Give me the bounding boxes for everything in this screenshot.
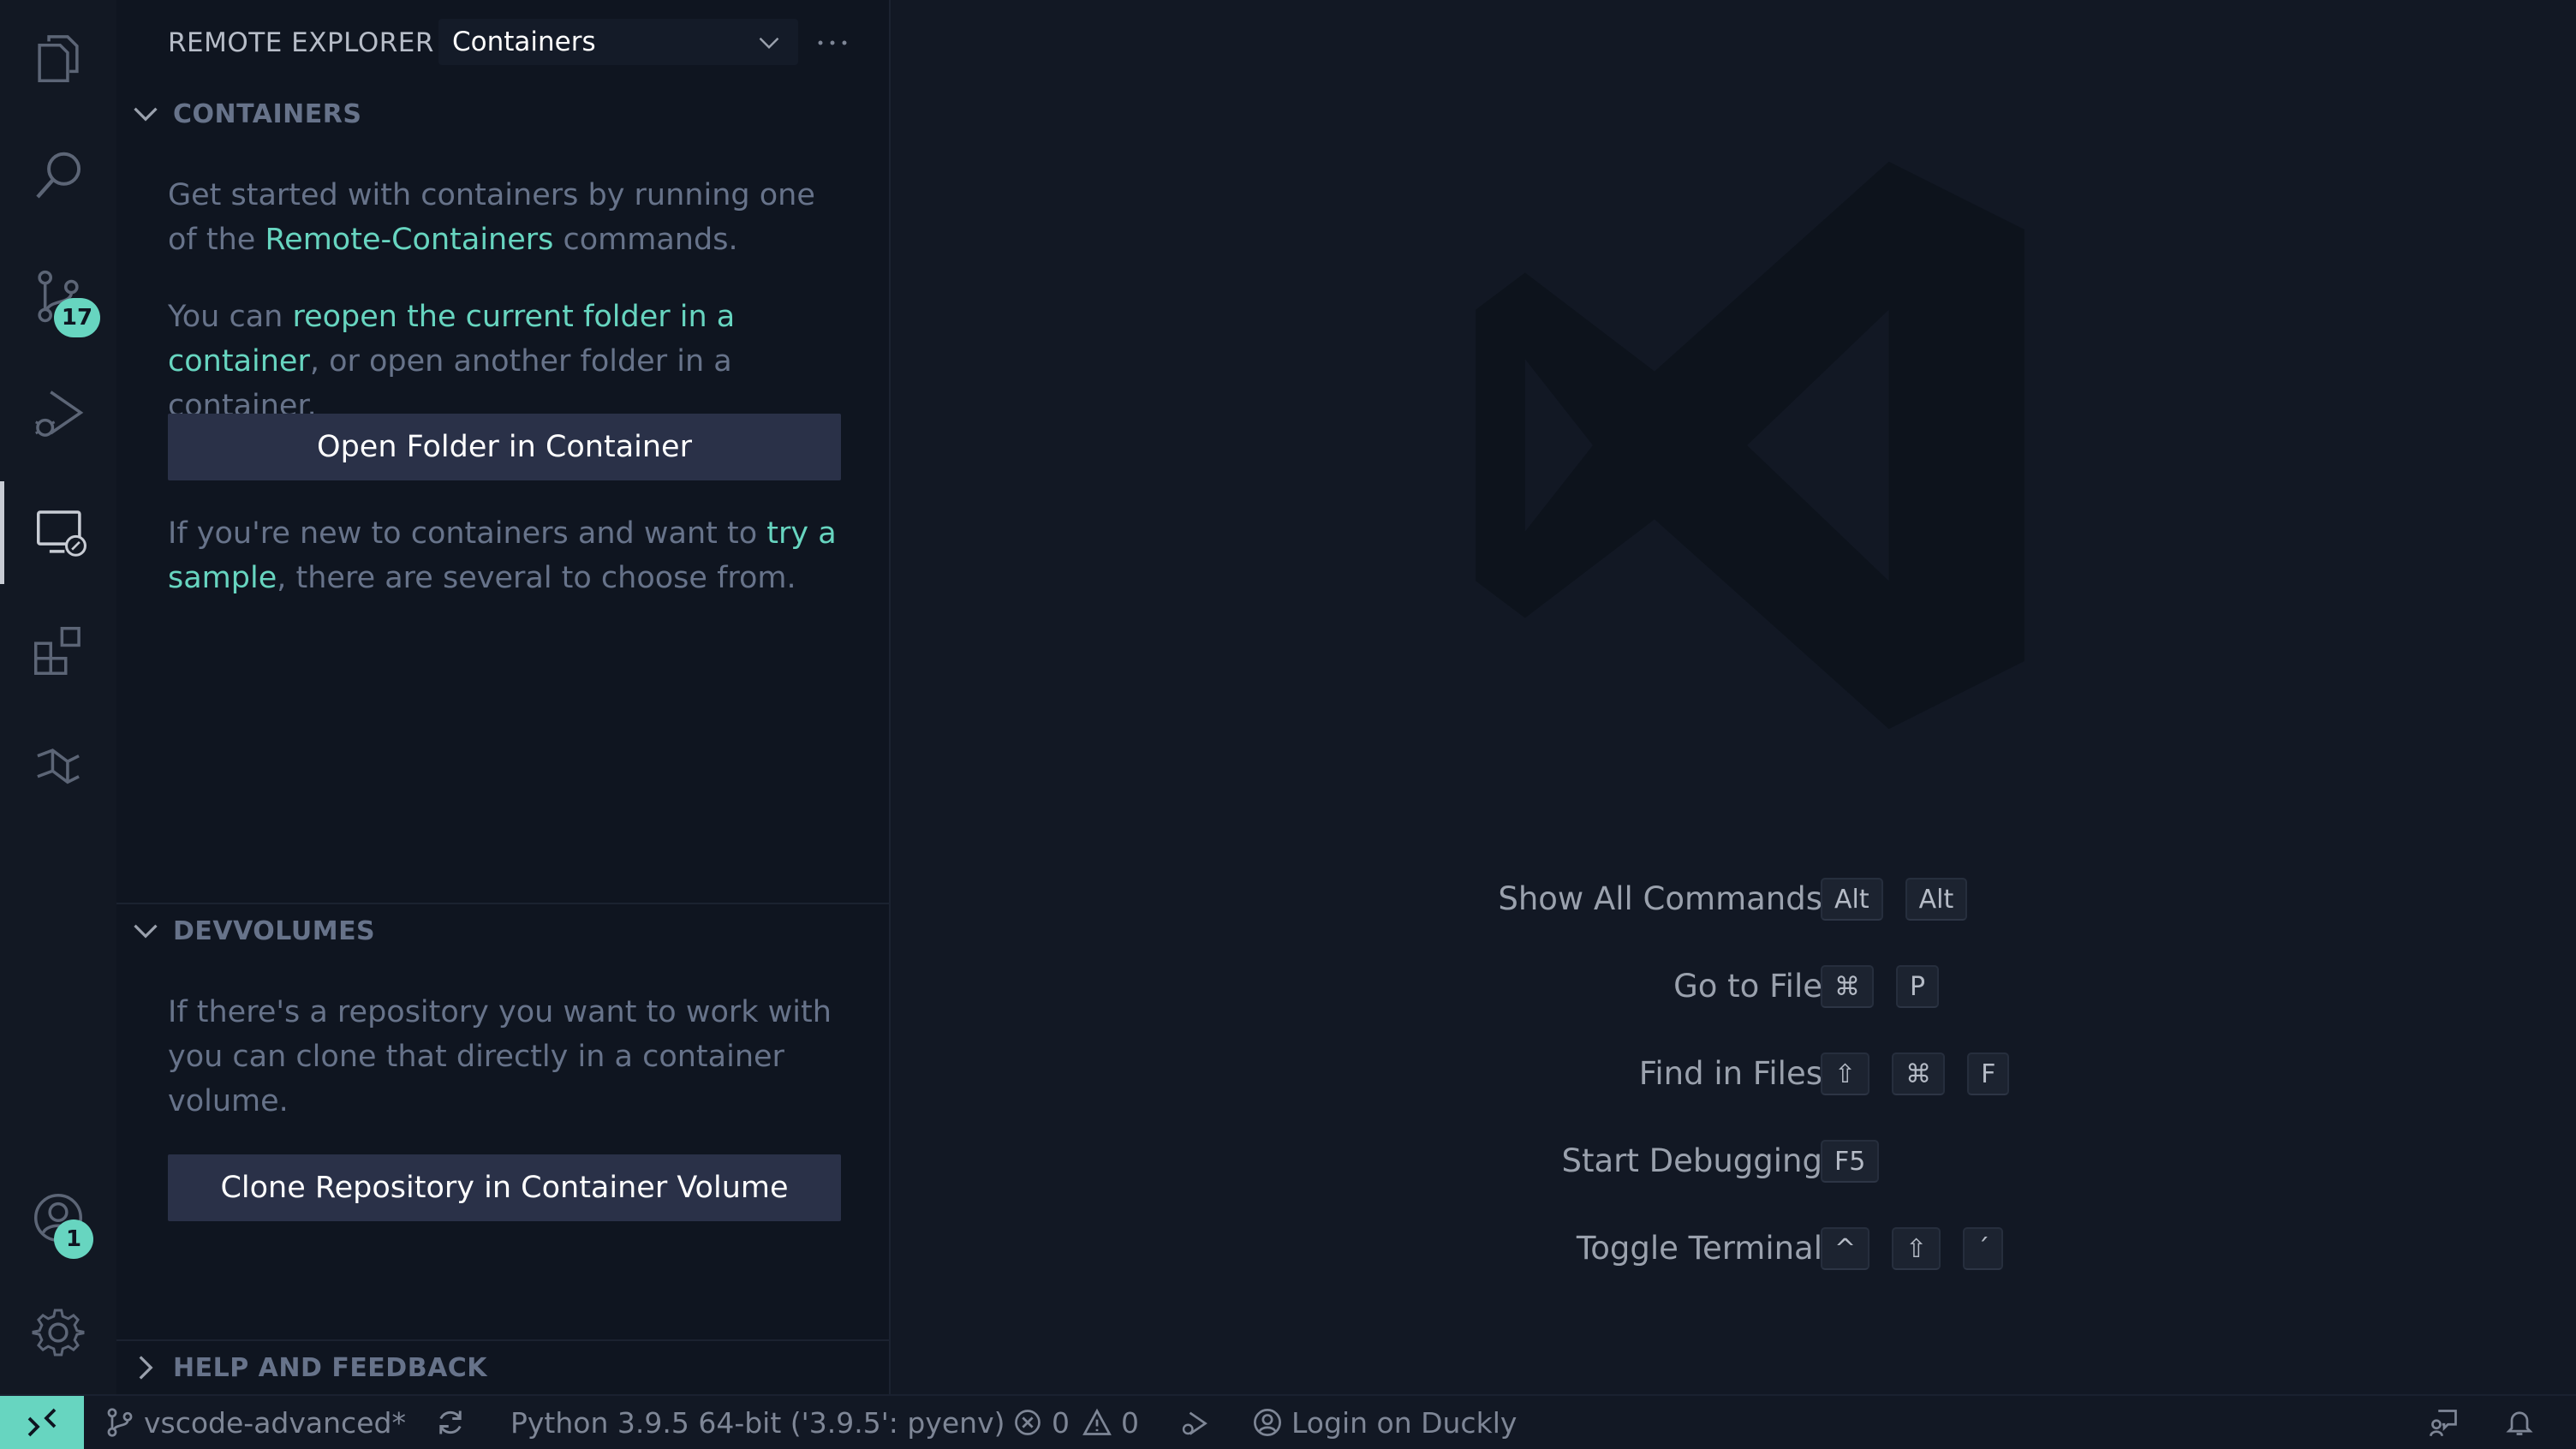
- sync-icon: [439, 1410, 462, 1434]
- section-divider: [116, 1339, 889, 1341]
- shortcut-label: Toggle Terminal: [1576, 1230, 1822, 1267]
- activity-source-control[interactable]: 17: [0, 245, 116, 348]
- branch-status[interactable]: vscode-advanced*: [104, 1396, 406, 1449]
- editor-area: Show All Commands Alt Alt Go to File ⌘ P…: [891, 0, 2576, 1394]
- sidebar-header: REMOTE EXPLORER: [168, 21, 434, 65]
- section-divider: [116, 903, 889, 904]
- reopen-text: You can reopen the current folder in a c…: [168, 300, 736, 423]
- shortcut-row: Go to File ⌘ P: [891, 961, 2576, 1012]
- devvolumes-text: If there's a repository you want to work…: [168, 995, 832, 1118]
- extensions-icon: [34, 627, 80, 675]
- error-count: 0: [1052, 1405, 1070, 1440]
- shortcut-keys: Alt Alt: [1821, 878, 1989, 921]
- git-graph-icon: [37, 748, 80, 784]
- status-bar: vscode-advanced* Python 3.9.5 64-bit ('3…: [0, 1394, 2576, 1449]
- feedback-icon: [2429, 1410, 2457, 1437]
- source-control-badge: 17: [54, 298, 100, 337]
- shortcut-label: Find in Files: [1638, 1055, 1822, 1092]
- devvolumes-section-title: DEVVOLUMES: [173, 915, 376, 946]
- remote-indicator-button[interactable]: [0, 1396, 84, 1449]
- problems-status[interactable]: 0 0: [1012, 1396, 1139, 1449]
- help-section-header[interactable]: HELP AND FEEDBACK: [128, 1346, 487, 1389]
- shortcut-row: Toggle Terminal ^ ⇧ ´: [891, 1223, 2576, 1274]
- clone-repository-button[interactable]: Clone Repository in Container Volume: [168, 1154, 841, 1221]
- bell-icon: [2506, 1411, 2533, 1435]
- sidebar-title: REMOTE EXPLORER: [168, 27, 434, 58]
- chevron-right-icon: [139, 1356, 153, 1380]
- account-icon: [1254, 1409, 1281, 1436]
- key-cap: F5: [1821, 1140, 1880, 1183]
- remote-explorer-icon: [36, 510, 86, 557]
- run-debug-status-button[interactable]: [1178, 1396, 1218, 1449]
- run-debug-icon: [1182, 1411, 1208, 1435]
- branch-name: vscode-advanced*: [144, 1405, 406, 1440]
- view-select-value: Containers: [452, 27, 596, 57]
- accounts-badge: 1: [54, 1219, 93, 1259]
- duckly-login-status[interactable]: Login on Duckly: [1252, 1396, 1517, 1449]
- shortcut-keys: ^ ⇧ ´: [1821, 1227, 2025, 1270]
- activity-search[interactable]: [0, 125, 116, 228]
- shortcut-label: Go to File: [1673, 968, 1822, 1005]
- devvolumes-section-header[interactable]: DEVVOLUMES: [128, 909, 375, 952]
- search-icon: [36, 152, 81, 199]
- python-interpreter-status[interactable]: Python 3.9.5 64-bit ('3.9.5': pyenv): [510, 1396, 1005, 1449]
- warning-icon: [1082, 1408, 1112, 1435]
- activity-git-graph[interactable]: [0, 718, 116, 820]
- vscode-logo-watermark: [1476, 161, 2024, 730]
- shortcut-keys: ⌘ P: [1821, 965, 1961, 1008]
- gear-icon: [32, 1309, 85, 1357]
- shortcut-label: Show All Commands: [1498, 880, 1822, 917]
- chevron-down-icon: [134, 107, 158, 122]
- activity-accounts[interactable]: 1: [0, 1166, 116, 1269]
- warning-count: 0: [1121, 1405, 1139, 1440]
- shortcut-keys: ⇧ ⌘ F: [1821, 1052, 2031, 1095]
- containers-section-header[interactable]: CONTAINERS: [128, 92, 361, 135]
- files-icon: [38, 35, 79, 82]
- activity-run-debug[interactable]: [0, 363, 116, 466]
- duckly-login-label: Login on Duckly: [1291, 1405, 1518, 1440]
- key-cap: Alt: [1905, 878, 1968, 921]
- key-cap: Alt: [1821, 878, 1883, 921]
- open-folder-in-container-button[interactable]: Open Folder in Container: [168, 414, 841, 480]
- error-icon: [1015, 1410, 1041, 1435]
- activity-remote-explorer[interactable]: [0, 481, 116, 584]
- key-cap: P: [1896, 965, 1940, 1008]
- run-debug-icon: [35, 391, 84, 437]
- shortcut-row: Show All Commands Alt Alt: [891, 874, 2576, 925]
- chevron-down-icon: [759, 37, 779, 49]
- key-cap: ^: [1821, 1227, 1870, 1270]
- chevron-down-icon: [134, 924, 158, 939]
- key-cap: ⌘: [1821, 965, 1874, 1008]
- containers-section-title: CONTAINERS: [173, 98, 362, 129]
- more-actions-button[interactable]: [812, 22, 853, 63]
- key-cap: ⌘: [1892, 1052, 1946, 1095]
- activity-manage[interactable]: [0, 1281, 116, 1384]
- try-sample-text: If you're new to containers and want to …: [168, 516, 837, 595]
- activity-extensions[interactable]: [0, 599, 116, 702]
- shortcut-keys: F5: [1821, 1140, 1901, 1183]
- containers-intro-text: Get started with containers by running o…: [168, 178, 815, 257]
- remote-containers-link[interactable]: Remote-Containers: [265, 223, 553, 257]
- ellipsis-icon: [818, 40, 847, 45]
- shortcut-row: Find in Files ⇧ ⌘ F: [891, 1048, 2576, 1100]
- activity-explorer[interactable]: [0, 7, 116, 110]
- key-cap: ⇧: [1892, 1227, 1941, 1270]
- git-branch-icon: [107, 1408, 133, 1437]
- activity-bar: 17 1: [0, 0, 116, 1394]
- feedback-button[interactable]: [2429, 1396, 2468, 1449]
- remote-icon: [27, 1408, 57, 1437]
- shortcut-row: Start Debugging F5: [891, 1136, 2576, 1187]
- sync-button[interactable]: [435, 1396, 474, 1449]
- key-cap: F: [1967, 1052, 2010, 1095]
- shortcut-label: Start Debugging: [1561, 1142, 1822, 1179]
- sidebar: REMOTE EXPLORER Containers CONTAINERS Ge…: [116, 0, 891, 1394]
- view-select-dropdown[interactable]: Containers: [438, 19, 798, 65]
- key-cap: ´: [1963, 1227, 2004, 1270]
- key-cap: ⇧: [1821, 1052, 1870, 1095]
- help-section-title: HELP AND FEEDBACK: [173, 1352, 488, 1383]
- notifications-button[interactable]: [2504, 1396, 2543, 1449]
